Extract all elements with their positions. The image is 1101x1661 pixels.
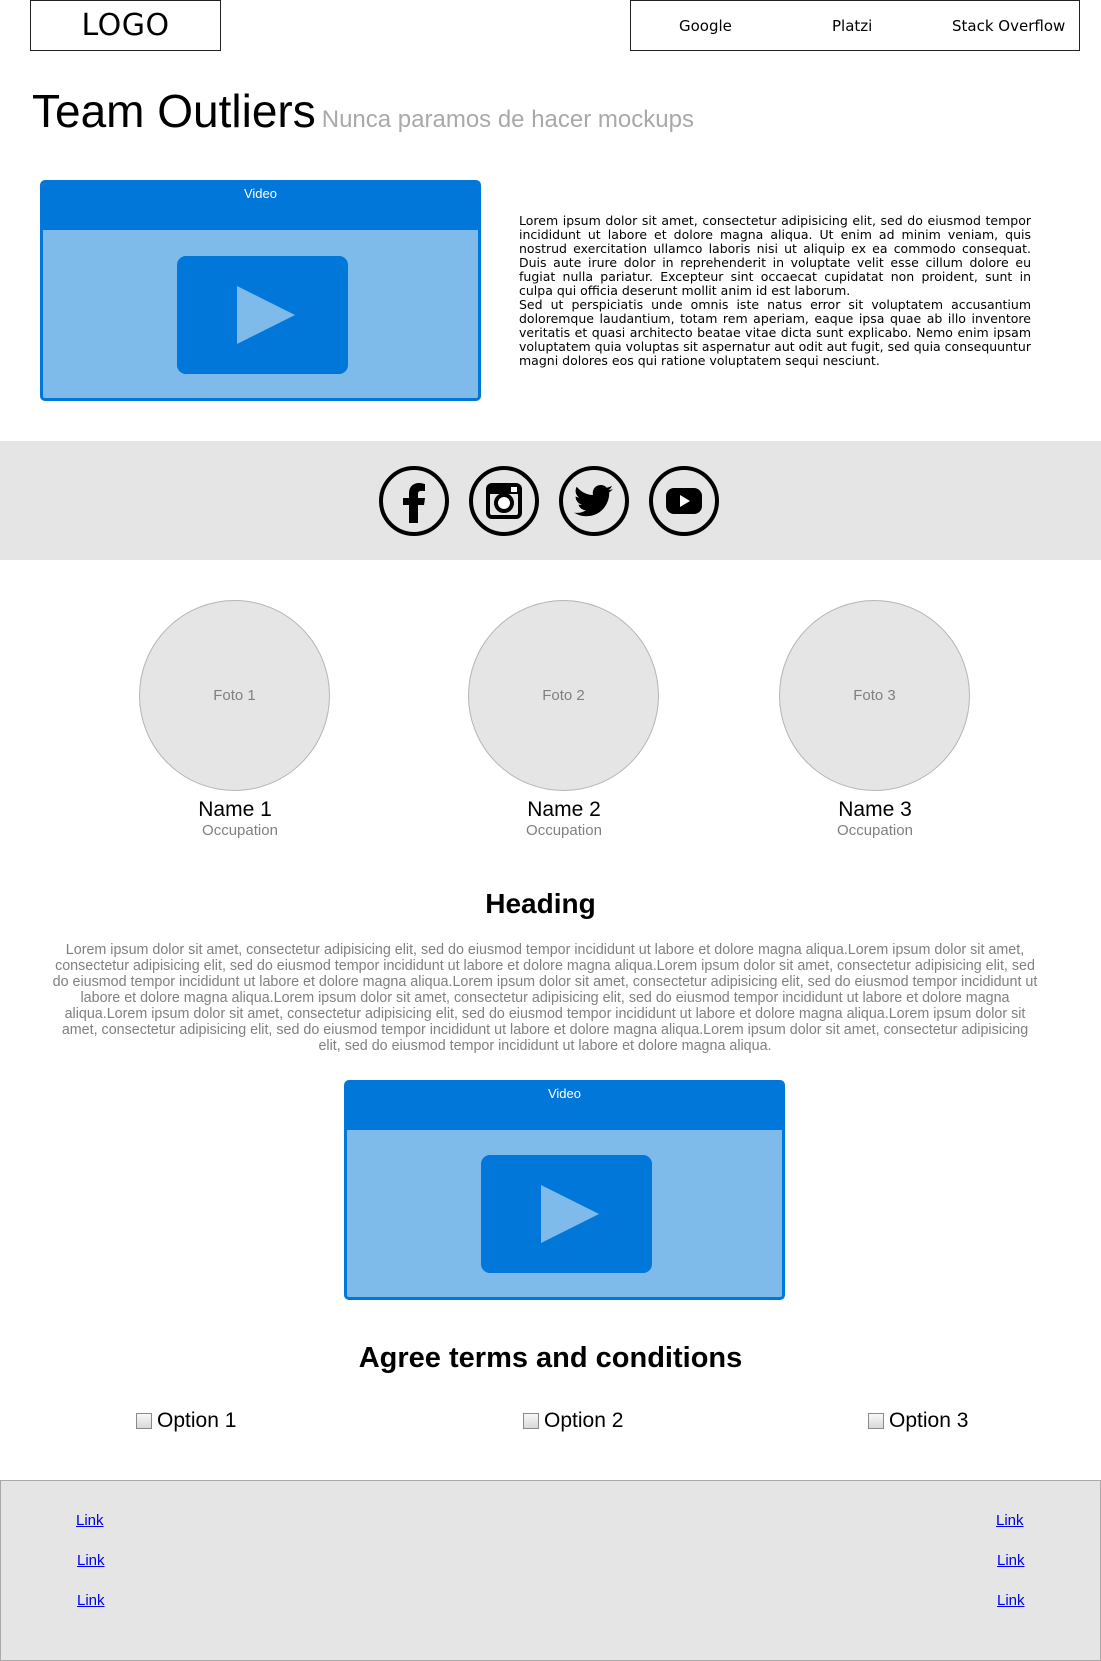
play-icon: [237, 286, 295, 344]
play-icon: [541, 1185, 599, 1243]
section-body-text: Lorem ipsum dolor sit amet, consectetur …: [52, 942, 1038, 1054]
page-subtitle: Nunca paramos de hacer mockups: [321, 106, 694, 133]
video-label: Video: [243, 186, 277, 201]
team-photo-3: Foto 3: [779, 600, 970, 791]
member-occupation-3: Occupation: [837, 822, 913, 839]
play-button[interactable]: [481, 1155, 652, 1273]
footer: Link Link Link Link Link Link: [0, 1480, 1101, 1661]
checkbox[interactable]: [868, 1413, 884, 1429]
page-title: Team Outliers Nunca paramos de hacer mock…: [32, 84, 694, 138]
logo[interactable]: LOGO: [30, 0, 221, 51]
top-nav: Google Platzi Stack Overflow: [630, 0, 1080, 51]
video-title-bar: Video: [43, 183, 478, 230]
member-name-1: Name 1: [198, 798, 272, 821]
section-heading: Heading: [485, 888, 596, 919]
facebook-icon[interactable]: [379, 466, 449, 536]
team-photo-2: Foto 2: [468, 600, 659, 791]
section-video-player[interactable]: Video: [344, 1080, 785, 1300]
video-title-bar: Video: [347, 1083, 782, 1130]
intro-paragraph-2: Sed ut perspiciatis unde omnis iste natu…: [519, 297, 1031, 368]
option-1-checkbox[interactable]: Option 1: [136, 1409, 236, 1433]
instagram-icon[interactable]: [469, 466, 539, 536]
checkbox[interactable]: [523, 1413, 539, 1429]
nav-link-stack-overflow[interactable]: Stack Overflow: [952, 17, 1065, 35]
footer-link-left-2[interactable]: Link: [77, 1552, 105, 1569]
footer-link-right-1[interactable]: Link: [996, 1512, 1024, 1529]
intro-text: Lorem ipsum dolor sit amet, consectetur …: [519, 214, 1031, 368]
option-2-checkbox[interactable]: Option 2: [523, 1409, 623, 1433]
page-title-text: Team Outliers: [32, 85, 316, 137]
photo-label: Foto 1: [213, 687, 256, 704]
checkbox[interactable]: [136, 1413, 152, 1429]
footer-link-right-3[interactable]: Link: [997, 1592, 1025, 1609]
footer-link-right-2[interactable]: Link: [997, 1552, 1025, 1569]
option-3-checkbox[interactable]: Option 3: [868, 1409, 968, 1433]
option-label: Option 3: [889, 1409, 969, 1432]
play-button[interactable]: [177, 256, 348, 374]
hero-video-player[interactable]: Video: [40, 180, 481, 401]
member-name-3: Name 3: [838, 798, 912, 821]
logo-text: LOGO: [81, 8, 170, 43]
member-occupation-1: Occupation: [202, 822, 278, 839]
option-label: Option 2: [544, 1409, 624, 1432]
nav-link-platzi[interactable]: Platzi: [832, 17, 872, 35]
footer-link-left-3[interactable]: Link: [77, 1592, 105, 1609]
photo-label: Foto 3: [853, 687, 896, 704]
option-label: Option 1: [157, 1409, 237, 1432]
nav-link-google[interactable]: Google: [679, 17, 732, 35]
terms-heading: Agree terms and conditions: [358, 1342, 743, 1374]
photo-label: Foto 2: [542, 687, 585, 704]
youtube-icon[interactable]: [649, 466, 719, 536]
social-bar: [0, 441, 1101, 560]
member-name-2: Name 2: [527, 798, 601, 821]
intro-paragraph-1: Lorem ipsum dolor sit amet, consectetur …: [519, 213, 1031, 298]
video-label: Video: [547, 1086, 581, 1101]
member-occupation-2: Occupation: [526, 822, 602, 839]
twitter-icon[interactable]: [559, 466, 629, 536]
footer-link-left-1[interactable]: Link: [76, 1512, 104, 1529]
team-photo-1: Foto 1: [139, 600, 330, 791]
